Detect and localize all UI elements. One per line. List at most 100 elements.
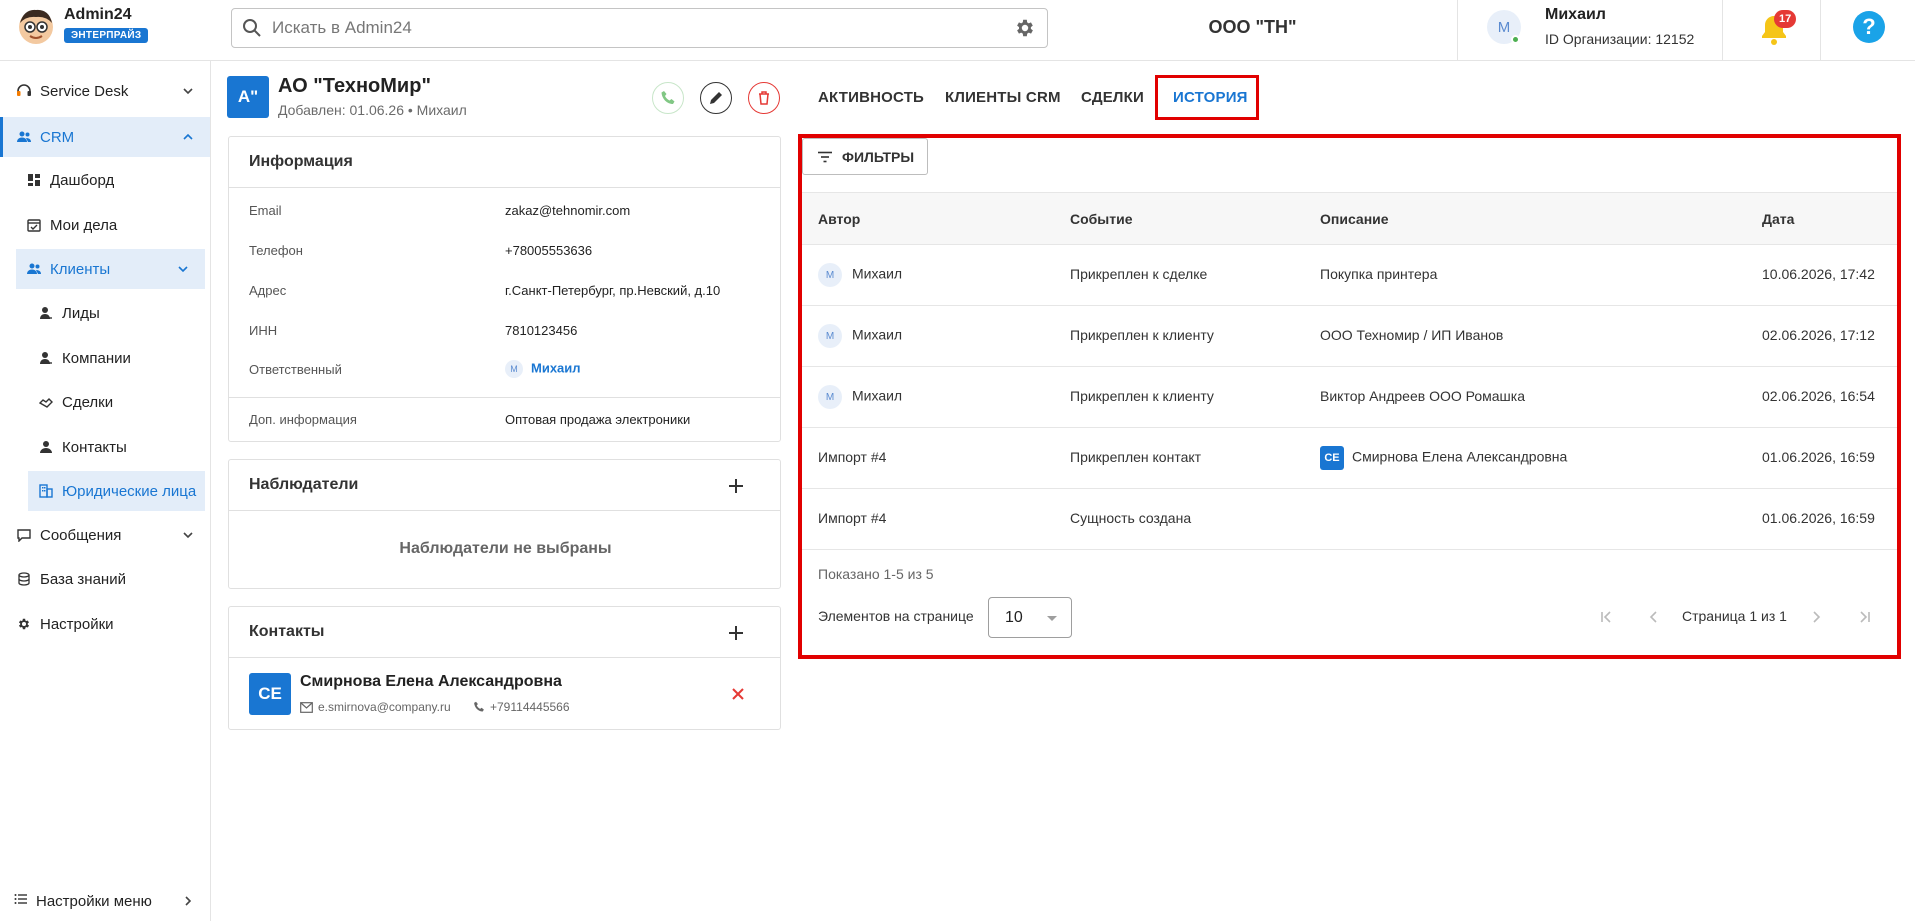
entity-title: АО "ТехноМир" [278,75,431,97]
building-icon [38,483,54,499]
info-value[interactable]: +78005553636 [505,243,592,258]
contact-name[interactable]: Смирнова Елена Александровна [300,673,562,691]
per-page-select[interactable]: 10 [988,597,1072,638]
search-icon [232,18,272,38]
list-icon [14,892,28,910]
divider [229,397,780,398]
row-author: М Михаил [818,324,902,348]
row-description: Покупка принтера [1320,266,1438,282]
search-settings-icon[interactable] [1003,17,1047,39]
contact-phone-text: +79114445566 [490,700,570,714]
plan-badge: ЭНТЕРПРАЙЗ [64,28,149,43]
sidebar-item-messages[interactable]: Сообщения [0,515,210,555]
entity-subtitle: Добавлен: 01.06.26 • Михаил [278,102,467,118]
logo-icon[interactable] [16,6,56,46]
sidebar-item-companies[interactable]: Компании [0,338,210,378]
sidebar-item-deals[interactable]: Сделки [0,382,210,422]
chevron-down-icon [178,266,188,273]
contact-email[interactable]: e.smirnova@company.ru [300,700,451,714]
sidebar-item-label: Компании [62,349,131,367]
sidebar-item-contacts[interactable]: Контакты [0,427,210,467]
sidebar: Service Desk CRM Дашборд Мои дела Клиент… [0,61,211,921]
trash-icon [759,91,769,105]
contact-email-text: e.smirnova@company.ru [318,700,451,714]
contact-avatar: СЕ [249,673,291,715]
sidebar-item-my-tasks[interactable]: Мои дела [0,205,210,245]
info-key: Доп. информация [249,412,357,427]
divider [1820,0,1821,60]
sidebar-item-knowledge-base[interactable]: База знаний [0,559,210,599]
chat-icon [16,527,32,543]
tab-deals[interactable]: СДЕЛКИ [1081,89,1144,106]
sidebar-item-leads[interactable]: Лиды [0,293,210,333]
watchers-card: Наблюдатели Наблюдатели не выбраны [228,459,781,589]
organization-name[interactable]: ООО "ТН" [1150,17,1355,38]
table-row: Импорт #4 Сущность создана 01.06.2026, 1… [802,489,1897,550]
info-value[interactable]: zakaz@tehnomir.com [505,203,630,218]
search-bar[interactable] [231,8,1048,48]
chevron-down-icon [183,88,193,95]
person-icon [38,305,54,321]
mail-icon [300,701,313,713]
delete-button[interactable] [748,82,780,114]
row-event: Прикреплен контакт [1070,449,1202,465]
previous-page-icon[interactable] [1643,606,1665,628]
contact-phone[interactable]: +79114445566 [473,700,570,714]
contacts-card: Контакты СЕ Смирнова Елена Александровна… [228,606,781,730]
row-author: М Михаил [818,263,902,287]
sidebar-item-legal-entities[interactable]: Юридические лица [28,471,205,511]
column-header-author: Автор [818,211,861,227]
tab-crm-clients[interactable]: КЛИЕНТЫ CRM [945,89,1061,106]
sidebar-item-service-desk[interactable]: Service Desk [0,71,210,111]
edit-button[interactable] [700,82,732,114]
tab-activity[interactable]: АКТИВНОСТЬ [818,89,924,106]
row-description: СЕ Смирнова Елена Александровна [1320,446,1567,470]
menu-settings-button[interactable]: Настройки меню [0,881,210,921]
app-root: Admin24 ЭНТЕРПРАЙЗ ООО "ТН" М Михаил ID … [0,0,1915,921]
filters-button[interactable]: ФИЛЬТРЫ [802,138,928,175]
per-page-label: Элементов на странице [818,608,974,624]
contact-initials-badge: СЕ [1320,446,1344,470]
sidebar-item-settings[interactable]: Настройки [0,604,210,644]
users-icon [16,129,32,145]
sidebar-item-label: Дашборд [50,171,115,189]
help-icon[interactable]: ? [1853,11,1885,43]
description-text[interactable]: Смирнова Елена Александровна [1352,449,1567,465]
chevron-down-icon [183,532,193,539]
contacts-card-header: Контакты [229,607,780,658]
sidebar-item-label: CRM [40,128,75,146]
sidebar-item-label: Service Desk [40,82,129,100]
add-watcher-icon[interactable] [728,478,744,494]
row-event: Прикреплен к сделке [1070,266,1208,282]
info-value: Оптовая продажа электроники [505,412,691,427]
row-description: ООО Техномир / ИП Иванов [1320,327,1504,343]
avatar: М [818,263,842,287]
row-date: 01.06.2026, 16:59 [1762,449,1875,465]
first-page-icon[interactable] [1596,606,1618,628]
responsible-user-name[interactable]: Михаил [531,360,581,375]
last-page-icon[interactable] [1853,606,1875,628]
user-name[interactable]: Михаил [1545,6,1606,24]
search-input[interactable] [272,18,1003,38]
sidebar-item-label: Контакты [62,438,127,456]
next-page-icon[interactable] [1805,606,1827,628]
call-button[interactable] [652,82,684,114]
watchers-card-header: Наблюдатели [229,460,780,511]
responsible-user-link[interactable]: М Михаил [505,360,581,378]
entity-avatar: А" [227,76,269,118]
avatar: М [505,360,523,378]
sidebar-item-crm[interactable]: CRM [0,117,210,157]
add-contact-icon[interactable] [728,625,744,641]
sidebar-item-clients[interactable]: Клиенты [16,249,205,289]
filter-icon [818,151,832,162]
remove-contact-icon[interactable] [731,687,745,701]
contacts-card-title: Контакты [249,623,325,640]
info-key: ИНН [249,323,278,338]
divider [1722,0,1723,60]
avatar: М [818,385,842,409]
info-card: Информация Email zakaz@tehnomir.com Теле… [228,136,781,442]
dashboard-icon [26,172,42,188]
sidebar-item-dashboard[interactable]: Дашборд [0,160,210,200]
info-card-title: Информация [229,137,780,188]
handshake-icon [38,394,54,410]
